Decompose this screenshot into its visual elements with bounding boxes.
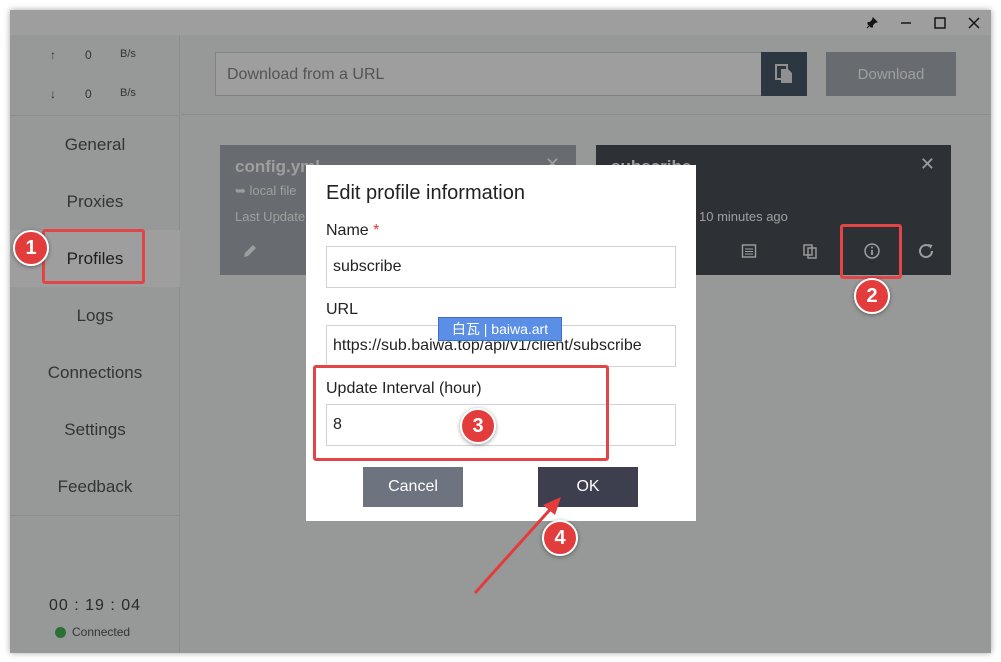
step-badge-4: 4 (542, 520, 578, 556)
step-badge-1: 1 (13, 230, 49, 266)
step-badge-2: 2 (854, 278, 890, 314)
arrow-annotation (473, 497, 561, 595)
app-window: ↑ 0 B/s ↓ 0 B/s General Proxies Profiles… (10, 10, 991, 653)
step-badge-3: 3 (460, 408, 496, 444)
